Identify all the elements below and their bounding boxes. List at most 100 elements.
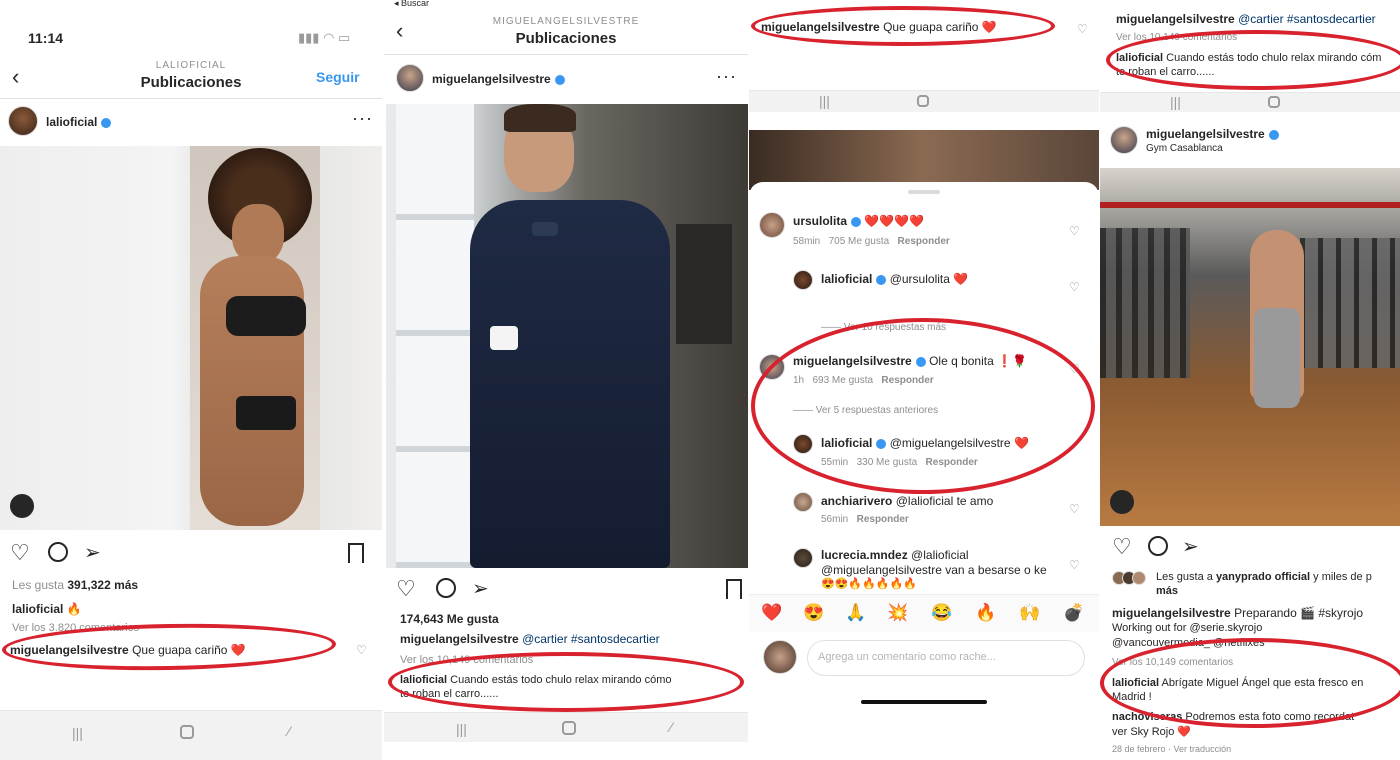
likes-more: más	[1156, 585, 1179, 597]
back-search-link[interactable]: ◂ Buscar	[394, 0, 429, 9]
reply-lali-miguel: lalioficial @miguelangelsilvestre ❤️	[821, 436, 1029, 450]
bookmark-icon[interactable]	[726, 579, 742, 599]
divider	[384, 54, 748, 55]
comment-like-icon[interactable]: ♡	[356, 643, 367, 657]
drag-handle[interactable]	[908, 190, 940, 194]
avatar[interactable]	[759, 212, 785, 238]
view-comments-link[interactable]: Ver los 3.820 comentarios	[12, 622, 139, 634]
like-icon[interactable]: ♡	[10, 540, 30, 566]
view-more-replies-link[interactable]: —— Ver 10 respuestas más	[821, 322, 946, 333]
recent-apps-icon[interactable]: |||	[456, 721, 467, 737]
more-options-icon[interactable]: ···	[716, 66, 737, 87]
recent-apps-icon[interactable]: |||	[819, 93, 830, 109]
post-location[interactable]: Gym Casablanca	[1146, 143, 1223, 154]
comment-like-icon[interactable]: ♡	[1077, 22, 1088, 36]
view-prev-replies-link[interactable]: —— Ver 5 respuestas anteriores	[793, 405, 938, 416]
post-username[interactable]: miguelangelsilvestre	[432, 72, 565, 86]
user-tag-icon[interactable]	[10, 494, 34, 518]
home-icon[interactable]	[562, 721, 576, 735]
share-icon[interactable]: ➢	[1182, 534, 1199, 559]
likes-line: Les gusta 391,322 más	[12, 578, 139, 592]
caption: lalioficial 🔥	[12, 602, 82, 616]
user-tag-icon[interactable]	[1110, 490, 1134, 514]
comment-meta: 56min Responder	[821, 514, 909, 525]
view-comments-link[interactable]: Ver los 10,149 comentarios	[1116, 32, 1237, 43]
recent-apps-icon[interactable]: |||	[1170, 94, 1181, 110]
comment-lali: lalioficial Cuando estás todo chulo rela…	[400, 674, 672, 686]
caption: miguelangelsilvestre Preparando 🎬 #skyro…	[1112, 606, 1364, 620]
panel-gym-post: miguelangelsilvestre @cartier #santosdec…	[1100, 0, 1400, 760]
like-icon[interactable]: ♡	[1112, 534, 1132, 560]
avatar[interactable]	[8, 106, 38, 136]
comment-like-icon[interactable]: ♡	[1069, 280, 1080, 294]
comment-meta: 58min 705 Me gusta Responder	[793, 236, 950, 247]
comment-lali: lalioficial Abrígate Miguel Ángel que es…	[1112, 677, 1364, 689]
avatar[interactable]	[793, 270, 813, 290]
post-photo[interactable]	[386, 104, 748, 568]
comment-anchiarivero: anchiarivero @lalioficial te amo	[821, 494, 994, 508]
avatar[interactable]	[793, 548, 813, 568]
back-nav-icon[interactable]: ⁄	[670, 719, 672, 735]
post-username[interactable]: lalioficial	[46, 115, 112, 129]
comment-like-icon[interactable]: ♡	[1069, 558, 1080, 572]
panel-comments-sheet: miguelangelsilvestre Que guapa cariño ❤️…	[749, 0, 1099, 760]
post-username[interactable]: miguelangelsilvestre	[1146, 127, 1279, 141]
home-icon[interactable]	[180, 725, 194, 739]
home-indicator	[861, 700, 987, 704]
share-icon[interactable]: ➢	[472, 576, 489, 601]
recent-apps-icon[interactable]: |||	[72, 725, 83, 741]
follow-button[interactable]: Seguir	[316, 69, 360, 85]
like-icon[interactable]: ♡	[396, 576, 416, 602]
avatar[interactable]	[793, 492, 813, 512]
likes-count: 174,643 Me gusta	[400, 612, 499, 626]
comment-nacho: nachoviseras Podremos esta foto como rec…	[1112, 711, 1355, 723]
more-options-icon[interactable]: ···	[352, 108, 373, 129]
header-subtitle: MIGUELANGELSILVESTRE	[492, 16, 640, 27]
verified-icon	[1268, 129, 1279, 140]
avatar[interactable]	[793, 434, 813, 454]
home-icon[interactable]	[1268, 96, 1280, 108]
top-comment: lalioficial Cuando estás todo chulo rela…	[1116, 52, 1382, 64]
emoji-heart[interactable]: ❤️	[761, 603, 782, 623]
dimmed-photo	[749, 130, 1099, 190]
verified-icon	[101, 117, 112, 128]
comment-miguel: miguelangelsilvestre Que guapa cariño ❤️	[10, 643, 246, 657]
comment-icon[interactable]	[436, 578, 456, 598]
share-icon[interactable]: ➢	[84, 540, 101, 565]
comment-like-icon[interactable]: ♡	[1069, 224, 1080, 238]
bookmark-icon[interactable]	[348, 543, 364, 563]
comment-lucrecia-line3: 😍😍🔥🔥🔥🔥🔥	[821, 578, 917, 590]
emoji-pray[interactable]: 🙏	[845, 603, 866, 623]
comment-lucrecia: lucrecia.mndez @lalioficial	[821, 548, 969, 562]
emoji-raised-hands[interactable]: 🙌	[1019, 603, 1040, 623]
likes-line: Les gusta a yanyprado official y miles d…	[1156, 571, 1372, 583]
post-photo[interactable]	[1100, 168, 1400, 526]
avatar[interactable]	[1110, 126, 1138, 154]
emoji-heart-eyes[interactable]: 😍	[803, 603, 824, 623]
view-comments-link[interactable]: Ver los 10,149 comentarios	[1112, 657, 1233, 668]
divider	[0, 98, 382, 99]
home-icon[interactable]	[917, 95, 929, 107]
avatar[interactable]	[396, 64, 424, 92]
top-comment-line2: te roban el carro......	[1116, 66, 1215, 78]
emoji-boom[interactable]: 💥	[887, 603, 908, 623]
comment-icon[interactable]	[1148, 536, 1168, 556]
emoji-fire[interactable]: 🔥	[975, 603, 996, 623]
emoji-bomb[interactable]: 💣	[1063, 603, 1084, 623]
view-comments-link[interactable]: Ver los 10,149 comentarios	[400, 654, 533, 666]
post-photo[interactable]	[0, 146, 382, 530]
nav-bar: |||	[749, 90, 1099, 112]
status-time: 11:14	[28, 30, 64, 46]
comment-meta: 55min 330 Me gusta Responder	[821, 457, 978, 468]
comment-input[interactable]: Agrega un comentario como rache...	[807, 640, 1085, 676]
back-nav-icon[interactable]: ⁄	[288, 723, 290, 739]
collage: 11:14 ▮▮▮ ◠ ▭ ‹ LALIOFICIAL Publicacione…	[0, 0, 1400, 760]
comment-like-icon[interactable]: ♡	[1069, 362, 1080, 376]
avatar[interactable]	[759, 354, 785, 380]
comment-nacho-line2: ver Sky Rojo ❤️	[1112, 726, 1192, 738]
emoji-laugh[interactable]: 😂	[931, 603, 952, 623]
top-caption: miguelangelsilvestre @cartier #santosdec…	[1116, 12, 1376, 26]
comment-like-icon[interactable]: ♡	[1069, 502, 1080, 516]
comment-icon[interactable]	[48, 542, 68, 562]
emoji-bar: ❤️ 😍 🙏 💥 😂 🔥 🙌 💣	[749, 594, 1099, 632]
